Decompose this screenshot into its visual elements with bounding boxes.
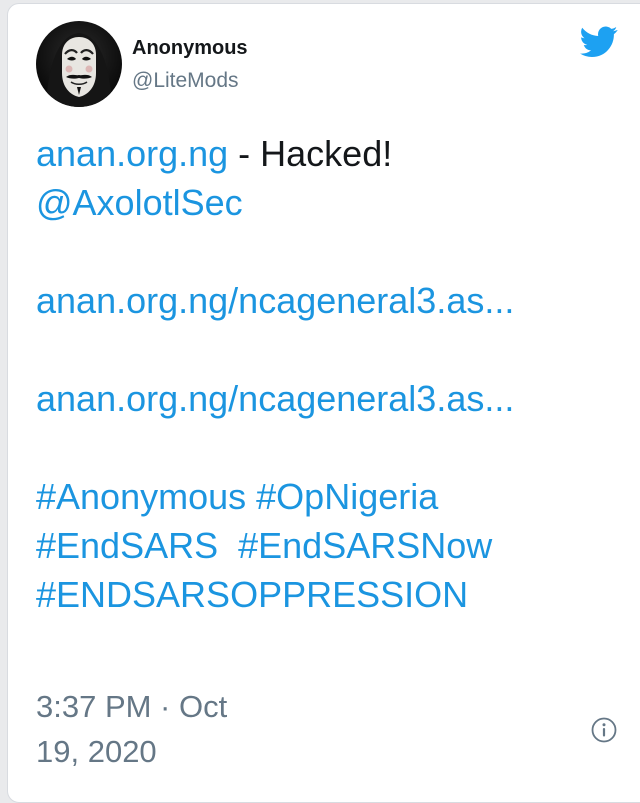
guy-fawkes-mask-icon	[46, 33, 112, 107]
timestamp-line-2: 19, 2020	[36, 734, 157, 769]
hashtag-link[interactable]: #EndSARS	[36, 525, 218, 566]
hashtag-link[interactable]: #OpNigeria	[256, 476, 438, 517]
tweet-line-hashtags-2: #EndSARS #EndSARSNow	[36, 521, 626, 570]
avatar[interactable]	[36, 21, 122, 107]
url-link-2[interactable]: anan.org.ng/ncageneral3.as...	[36, 378, 514, 419]
timestamp-line-1: 3:37 PM · Oct	[36, 689, 228, 724]
domain-link[interactable]: anan.org.ng	[36, 133, 228, 174]
info-icon[interactable]	[591, 717, 617, 743]
tweet-line-mention: @AxolotlSec	[36, 178, 626, 227]
tweet-line-hashtags-1: #Anonymous #OpNigeria	[36, 472, 626, 521]
author-handle[interactable]: @LiteMods	[132, 69, 239, 93]
hashtag-link[interactable]: #Anonymous	[36, 476, 246, 517]
tweet-card: Anonymous @LiteMods anan.org.ng - Hacked…	[7, 3, 640, 803]
tweet-text: anan.org.ng - Hacked! @AxolotlSec anan.o…	[36, 129, 626, 619]
tweet-line-hacked: anan.org.ng - Hacked!	[36, 129, 626, 178]
twitter-bird-icon[interactable]	[580, 26, 618, 58]
tweet-timestamp[interactable]: 3:37 PM · Oct 19, 2020	[36, 684, 227, 774]
mention-link[interactable]: @AxolotlSec	[36, 182, 243, 223]
hashtag-link[interactable]: #ENDSARSOPPRESSION	[36, 574, 468, 615]
tweet-line-url2: anan.org.ng/ncageneral3.as...	[36, 374, 626, 423]
hacked-text: - Hacked!	[228, 133, 393, 174]
tweet-line-url1: anan.org.ng/ncageneral3.as...	[36, 276, 626, 325]
hashtag-link[interactable]: #EndSARSNow	[238, 525, 492, 566]
url-link-1[interactable]: anan.org.ng/ncageneral3.as...	[36, 280, 514, 321]
author-display-name[interactable]: Anonymous	[132, 37, 248, 60]
tweet-line-hashtags-3: #ENDSARSOPPRESSION	[36, 570, 626, 619]
